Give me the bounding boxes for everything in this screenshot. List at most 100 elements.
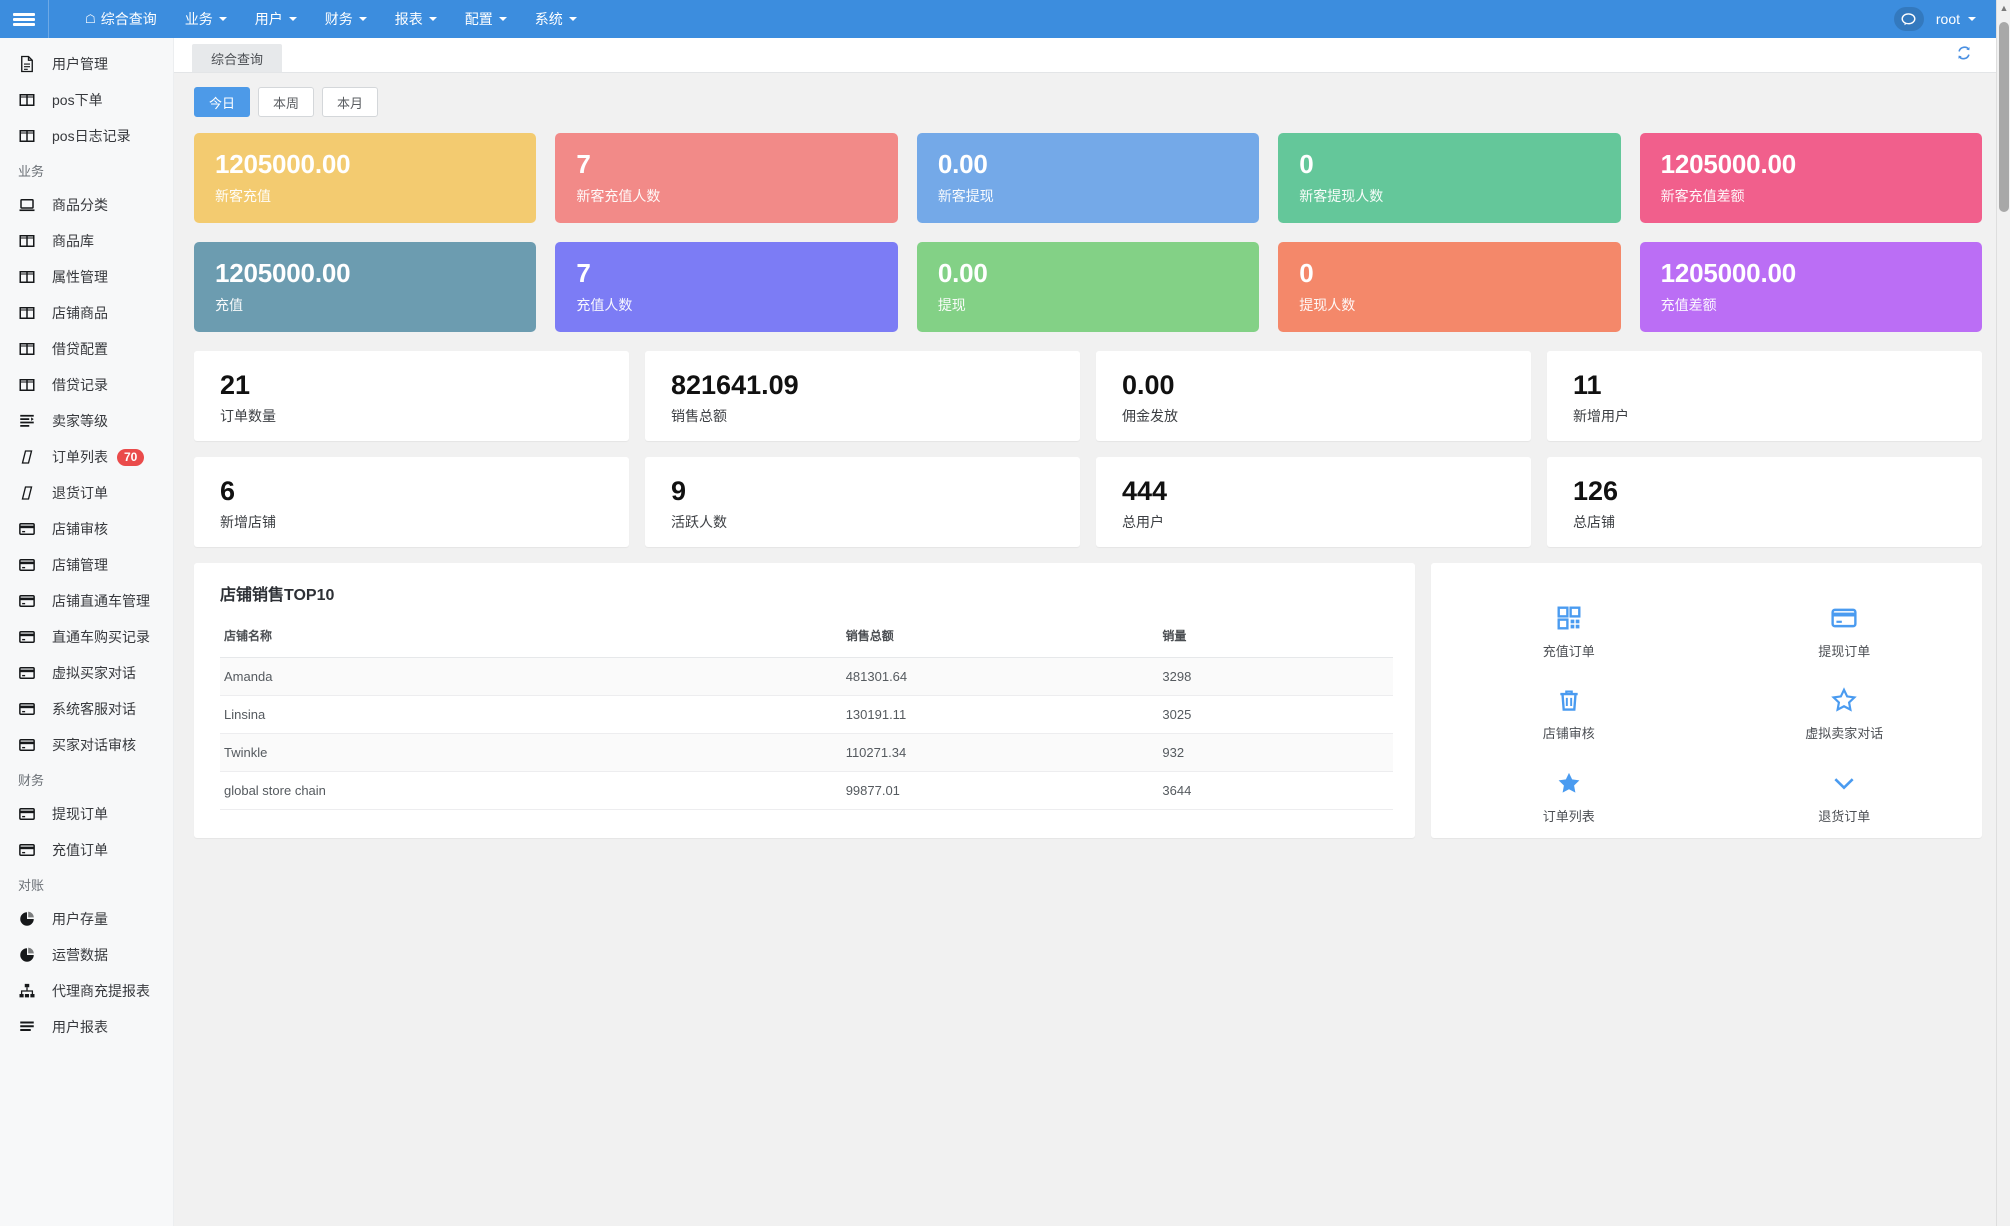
sidebar-item-属性管理[interactable]: 属性管理 [0,259,173,295]
refresh-icon[interactable] [1956,45,1972,66]
sidebar-item-系统客服对话[interactable]: 系统客服对话 [0,691,173,727]
sidebar-item-pos日志记录[interactable]: pos日志记录 [0,118,173,154]
card-icon [18,627,40,647]
top10-panel: 店铺销售TOP10 店铺名称 销售总额 销量 Amanda 481301.64 32… [194,563,1415,838]
kpi-card-新客充值人数[interactable]: 7 新客充值人数 [555,133,898,223]
kpi-card-充值[interactable]: 1205000.00 充值 [194,242,537,332]
sidebar-item-商品分类[interactable]: 商品分类 [0,187,173,223]
sidebar[interactable]: 用户管理 pos下单 pos日志记录 业务 商品分类 商品库 属性管理 店铺商品… [0,38,174,1226]
stat-value: 9 [671,476,687,506]
sidebar-item-店铺直通车管理[interactable]: 店铺直通车管理 [0,583,173,619]
main-menu: ☖ 综合查询 业务 用户 财务 报表 配置 系统 [71,0,591,38]
stat-value: 0.00 [1122,370,1175,400]
sidebar-item-直通车购买记录[interactable]: 直通车购买记录 [0,619,173,655]
quick-link-label: 订单列表 [1542,808,1595,824]
column-header-sales-total[interactable]: 销售总额 [841,627,1159,658]
nav-item-label: 系统 [534,11,563,27]
scroll-up-arrow-icon[interactable]: ▲ [1997,0,2010,16]
sidebar-item-店铺管理[interactable]: 店铺管理 [0,547,173,583]
quick-link-店铺审核[interactable]: 店铺审核 [1509,686,1629,742]
quick-link-充值订单[interactable]: 充值订单 [1509,604,1629,660]
scrollbar-thumb[interactable] [1999,22,2009,212]
nav-item-综合查询[interactable]: ☖ 综合查询 [71,0,171,38]
quick-link-label: 虚拟卖家对话 [1805,726,1884,742]
filter-button-this-week[interactable]: 本周 [258,87,315,117]
table-row[interactable]: Twinkle 110271.34 932 [220,733,1393,772]
kpi-card-新客提现人数[interactable]: 0 新客提现人数 [1278,133,1621,223]
sidebar-item-借贷记录[interactable]: 借贷记录 [0,367,173,403]
kpi-card-新客充值[interactable]: 1205000.00 新客充值 [194,133,537,223]
sidebar-item-充值订单[interactable]: 充值订单 [0,832,173,868]
nav-item-财务[interactable]: 财务 [311,0,381,38]
sidebar-item-提现订单[interactable]: 提现订单 [0,796,173,832]
sidebar-item-运营数据[interactable]: 运营数据 [0,937,173,973]
nav-item-label: 财务 [324,11,353,27]
stat-card-订单数量[interactable]: 21 订单数量 [194,351,629,441]
sidebar-item-用户管理[interactable]: 用户管理 [0,46,173,82]
table-row[interactable]: Linsina 130191.11 3025 [220,695,1393,734]
sidebar-item-退货订单[interactable]: 退货订单 [0,475,173,511]
stat-card-新增用户[interactable]: 11 新增用户 [1547,351,1982,441]
kpi-card-充值差额[interactable]: 1205000.00 充值差额 [1639,242,1983,332]
stat-label: 总店铺 [1573,514,1615,531]
sidebar-item-虚拟买家对话[interactable]: 虚拟买家对话 [0,655,173,691]
user-menu[interactable]: root [1936,11,1976,27]
hamburger-icon[interactable] [0,0,48,38]
stat-card-佣金发放[interactable]: 0.00 佣金发放 [1096,351,1531,441]
sidebar-item-买家对话审核[interactable]: 买家对话审核 [0,727,173,763]
table-row[interactable]: global store chain 99877.01 3644 [220,771,1393,810]
nav-item-配置[interactable]: 配置 [451,0,521,38]
nav-item-业务[interactable]: 业务 [171,0,241,38]
sidebar-item-代理商充提报表[interactable]: 代理商充提报表 [0,973,173,1009]
stat-label: 销售总额 [671,408,727,425]
stat-card-销售总额[interactable]: 821641.09 销售总额 [645,351,1080,441]
quick-link-退货订单[interactable]: 退货订单 [1784,769,1904,825]
kpi-card-提现人数[interactable]: 0 提现人数 [1278,242,1621,332]
cell-sales-total: 130191.11 [841,695,1159,734]
card-icon [18,699,40,719]
tab-label: 综合查询 [211,51,264,67]
stat-card-总店铺[interactable]: 126 总店铺 [1547,457,1982,547]
sidebar-item-用户报表[interactable]: 用户报表 [0,1009,173,1045]
sidebar-item-订单列表[interactable]: 订单列表 70 [0,439,173,475]
filter-button-this-month[interactable]: 本月 [322,87,379,117]
nav-item-label: 业务 [184,11,213,27]
table-header-row: 店铺名称 销售总额 销量 [220,627,1393,658]
sidebar-item-借贷配置[interactable]: 借贷配置 [0,331,173,367]
kpi-card-充值人数[interactable]: 7 充值人数 [555,242,898,332]
sidebar-item-店铺商品[interactable]: 店铺商品 [0,295,173,331]
cell-sales-qty: 932 [1158,733,1393,772]
tab-综合查询[interactable]: 综合查询 [192,44,283,72]
kpi-label: 提现人数 [1299,297,1356,314]
sidebar-item-label: 运营数据 [52,947,108,963]
sidebar-item-badge: 70 [117,448,145,466]
kpi-value: 0.00 [937,258,988,288]
quick-link-订单列表[interactable]: 订单列表 [1509,769,1629,825]
quick-link-虚拟卖家对话[interactable]: 虚拟卖家对话 [1784,686,1904,742]
quick-link-label: 提现订单 [1818,644,1871,660]
sidebar-item-卖家等级[interactable]: 卖家等级 [0,403,173,439]
column-header-sales-qty[interactable]: 销量 [1158,627,1393,658]
stat-card-总用户[interactable]: 444 总用户 [1096,457,1531,547]
sitemap-icon [18,981,40,1001]
filter-button-today[interactable]: 今日 [194,87,251,117]
column-header-shop-name[interactable]: 店铺名称 [220,627,842,658]
table-row[interactable]: Amanda 481301.64 3298 [220,657,1393,696]
kpi-card-提现[interactable]: 0.00 提现 [916,242,1260,332]
stat-value: 821641.09 [671,370,799,400]
kpi-card-新客充值差额[interactable]: 1205000.00 新客充值差额 [1639,133,1983,223]
chevron-down-icon [358,17,367,21]
stat-card-活跃人数[interactable]: 9 活跃人数 [645,457,1080,547]
nav-item-用户[interactable]: 用户 [241,0,311,38]
sidebar-item-商品库[interactable]: 商品库 [0,223,173,259]
sidebar-item-pos下单[interactable]: pos下单 [0,82,173,118]
nav-item-系统[interactable]: 系统 [521,0,591,38]
quick-link-提现订单[interactable]: 提现订单 [1784,604,1904,660]
sidebar-item-店铺审核[interactable]: 店铺审核 [0,511,173,547]
sidebar-item-用户存量[interactable]: 用户存量 [0,901,173,937]
nav-item-报表[interactable]: 报表 [381,0,451,38]
chat-bubble-icon[interactable] [1893,7,1924,31]
stat-card-新增店铺[interactable]: 6 新增店铺 [194,457,629,547]
page-scrollbar[interactable]: ▲ [1996,0,2010,1226]
kpi-card-新客提现[interactable]: 0.00 新客提现 [916,133,1260,223]
